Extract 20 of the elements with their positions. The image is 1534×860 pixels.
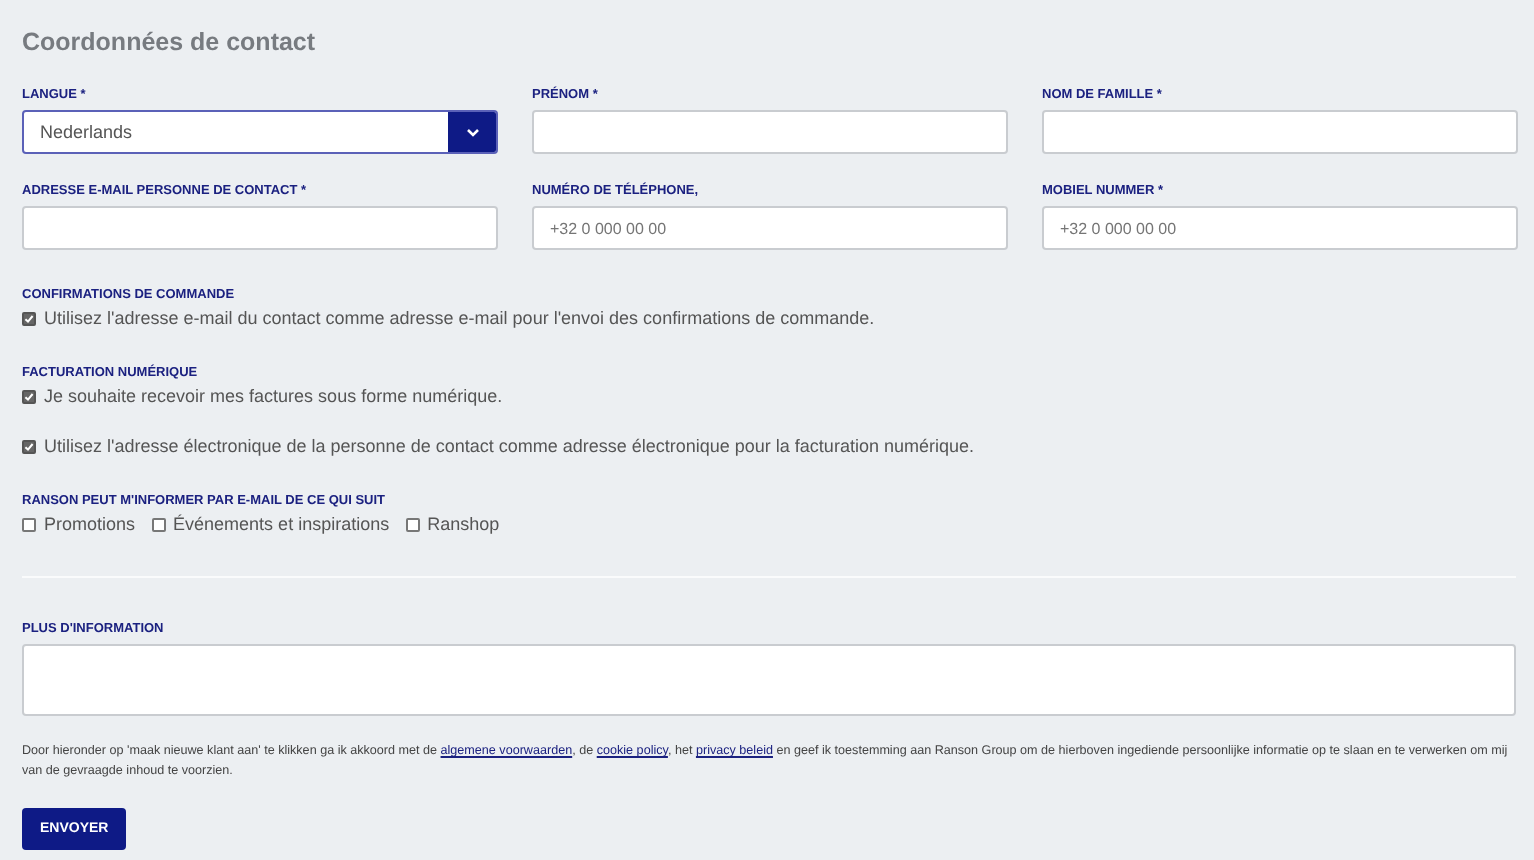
- checkbox-label: Utilisez l'adresse e-mail du contact comme adresse e-mail pour l'envoi des confirmations de commande.: [44, 308, 875, 328]
- checkbox[interactable]: [22, 389, 36, 403]
- input-field[interactable]: +32 0 000 00 00: [1042, 206, 1518, 250]
- checkbox[interactable]: [22, 439, 36, 453]
- language-select[interactable]: Nederlands: [22, 110, 498, 154]
- input-field[interactable]: +32 0 000 00 00: [532, 206, 1008, 250]
- section-title: Coordonnées de contact: [22, 28, 318, 56]
- checkbox[interactable]: [22, 517, 36, 531]
- checkbox-label: Ranshop: [427, 514, 500, 534]
- input-field[interactable]: [532, 110, 1008, 154]
- checkbox[interactable]: [22, 311, 36, 325]
- chevron-down-icon: [465, 127, 479, 137]
- checkbox-label: Je souhaite recevoir mes factures sous forme numérique.: [44, 386, 503, 406]
- checkbox[interactable]: [151, 517, 166, 531]
- checkbox-label: Promotions: [44, 514, 136, 534]
- checkbox-label: Utilisez l'adresse électronique de la personne de contact comme adresse électronique pour la facturation numérique.: [44, 436, 974, 456]
- checkbox[interactable]: [405, 517, 420, 531]
- input-field[interactable]: [1042, 110, 1518, 154]
- checkbox-label: Événements et inspirations: [173, 514, 390, 534]
- input-field[interactable]: [22, 206, 498, 250]
